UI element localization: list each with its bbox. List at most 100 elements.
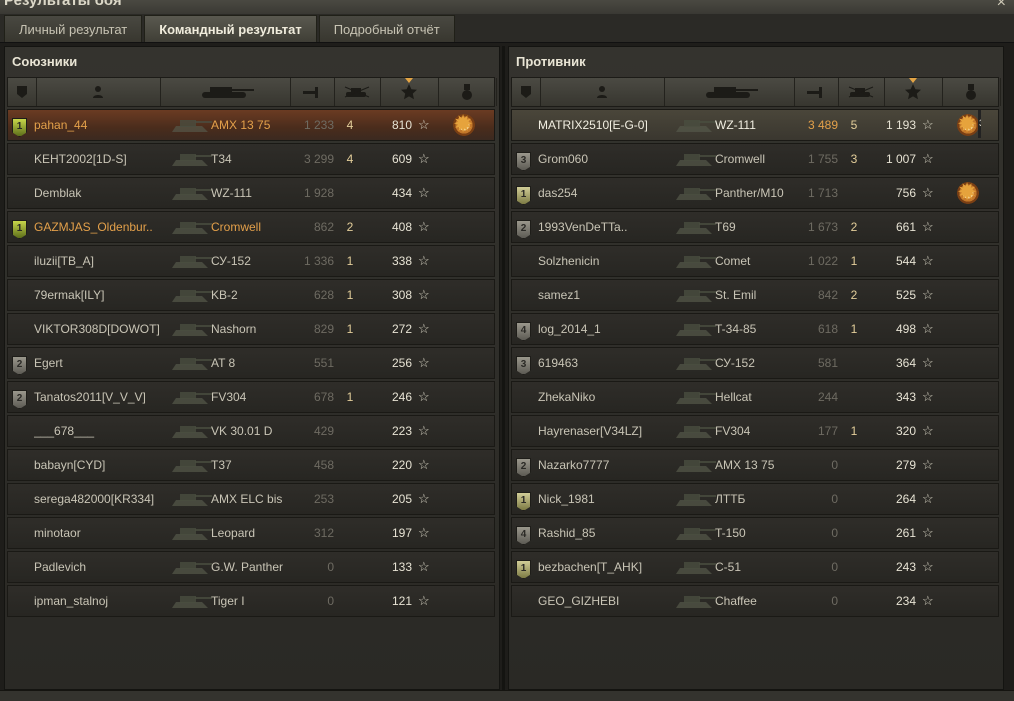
player-row[interactable]: 1 das254 Panther/M10 1 713 756 ☆ [511, 177, 999, 209]
player-name: Padlevich [34, 560, 87, 574]
star-icon: ☆ [922, 151, 934, 166]
tank-column-header[interactable] [160, 78, 291, 106]
star-icon: ☆ [922, 287, 934, 302]
kills-column-icon [847, 85, 875, 99]
badge-cell: 2 [516, 212, 534, 242]
achievement-medal-icon[interactable]: 3 [957, 110, 981, 140]
player-row[interactable]: samez1 St. Emil 842 2 525 ☆ [511, 279, 999, 311]
damage-value: 551 [313, 356, 334, 370]
close-icon[interactable]: × [997, 0, 1006, 12]
damage-value: 862 [313, 220, 334, 234]
player-row[interactable]: serega482000[KR334] AMX ELC bis 253 205 ☆ [7, 483, 495, 515]
player-name: MATRIX2510[E-G-0] [538, 118, 648, 132]
kills-column-header[interactable] [838, 78, 885, 106]
player-row[interactable]: 4 Rashid_85 T-150 0 261 ☆ [511, 517, 999, 549]
kills-value: 2 [850, 220, 858, 234]
player-row[interactable]: 2 1993VenDeTTa.. T69 1 673 2 661 ☆ [511, 211, 999, 243]
player-row[interactable]: 1 GAZMJAS_Oldenbur.. Cromwell 862 2 408 ☆ [7, 211, 495, 243]
player-row[interactable]: Solzhenicin Comet 1 022 1 544 ☆ [511, 245, 999, 277]
tank-icon [672, 314, 716, 344]
player-row[interactable]: 2 Nazarko7777 AMX 13 75 0 279 ☆ [511, 449, 999, 481]
badge-column-header[interactable] [512, 78, 541, 106]
badge-cell [516, 586, 534, 616]
player-row[interactable]: minotaor Leopard 312 197 ☆ [7, 517, 495, 549]
medal-column-header[interactable] [942, 78, 1001, 106]
class-badge-icon: 3 [516, 152, 531, 171]
tab-detailed-report[interactable]: Подробный отчёт [318, 15, 455, 42]
player-row[interactable]: VIKTOR308D[DOWOT] Nashorn 829 1 272 ☆ [7, 313, 495, 345]
allies-header [7, 77, 497, 107]
player-column-header[interactable] [36, 78, 161, 106]
player-row[interactable]: ___678___ VK 30.01 D 429 223 ☆ [7, 415, 495, 447]
score-value: 525 [895, 288, 916, 302]
tank-icon [168, 450, 212, 480]
tank-icon [168, 178, 212, 208]
player-row[interactable]: KEHT2002[1D-S] T34 3 299 4 609 ☆ [7, 143, 495, 175]
player-row[interactable]: 1 pahan_44 AMX 13 75 1 233 4 810 ☆ [7, 109, 495, 141]
medal-cell [453, 314, 477, 344]
score-value: 234 [895, 594, 916, 608]
player-row[interactable]: 4 log_2014_1 T-34-85 618 1 498 ☆ [511, 313, 999, 345]
medal-cell [957, 552, 981, 582]
player-row[interactable]: 3 619463 СУ-152 581 364 ☆ [511, 347, 999, 379]
damage-value: 177 [817, 424, 838, 438]
damage-value: 1 233 [303, 118, 334, 132]
tank-column-header[interactable] [664, 78, 795, 106]
player-column-header[interactable] [540, 78, 665, 106]
player-row[interactable]: GEO_GIZHEBI Chaffee 0 234 ☆ [511, 585, 999, 617]
player-row[interactable]: 1 bezbachen[T_AHK] С-51 0 243 ☆ [511, 551, 999, 583]
tank-icon [672, 518, 716, 548]
badge-cell: 4 [516, 314, 534, 344]
badge-cell [12, 416, 30, 446]
star-icon: ☆ [418, 117, 430, 132]
kills-value [340, 518, 360, 548]
player-row[interactable]: 2 Tanatos2011[V_V_V] FV304 678 1 246 ☆ [7, 381, 495, 413]
medal-cell [453, 110, 477, 140]
player-row[interactable]: Padlevich G.W. Panther 0 133 ☆ [7, 551, 495, 583]
kills-value [340, 348, 360, 378]
player-row[interactable]: iluzii[TB_A] СУ-152 1 336 1 338 ☆ [7, 245, 495, 277]
score-column-header[interactable] [884, 78, 943, 106]
player-row[interactable]: ZhekaNiko Hellcat 244 343 ☆ [511, 381, 999, 413]
player-row[interactable]: 2 Egert AT 8 551 256 ☆ [7, 347, 495, 379]
medal-cell [957, 484, 981, 514]
badge-cell [516, 416, 534, 446]
kills-value: 1 [346, 322, 354, 336]
kills-column-header[interactable] [334, 78, 381, 106]
kills-value [844, 552, 864, 582]
player-row[interactable]: Hayrenaser[V34LZ] FV304 177 1 320 ☆ [511, 415, 999, 447]
medal-column-header[interactable] [438, 78, 497, 106]
achievement-medal-icon[interactable] [957, 178, 979, 208]
star-icon: ☆ [418, 389, 430, 404]
player-row[interactable]: babayn[CYD] T37 458 220 ☆ [7, 449, 495, 481]
player-name: samez1 [538, 288, 581, 302]
player-row[interactable]: ipman_stalnoj Tiger I 0 121 ☆ [7, 585, 495, 617]
player-row[interactable]: Demblak WZ-111 1 928 434 ☆ [7, 177, 495, 209]
player-name: Egert [34, 356, 63, 370]
kills-value: 1 [346, 390, 354, 404]
allies-list: 1pahan_44AMX 13 751 2334810☆KEHT2002[1D-… [7, 109, 495, 619]
tab-personal-result[interactable]: Личный результат [4, 15, 143, 42]
player-row[interactable]: 79ermak[ILY] KB-2 628 1 308 ☆ [7, 279, 495, 311]
medal-cell [957, 280, 981, 310]
damage-column-header[interactable] [290, 78, 335, 106]
damage-value: 429 [313, 424, 334, 438]
player-row[interactable]: 3 Grom060 Cromwell 1 755 3 1 007 ☆ [511, 143, 999, 175]
badge-column-icon [519, 85, 533, 99]
medal-column-icon [964, 83, 978, 101]
medal-cell [957, 144, 981, 174]
medal-sun-icon [957, 110, 979, 140]
score-value: 121 [391, 594, 412, 608]
player-row[interactable]: MATRIX2510[E-G-0]WZ-1113 48951 193☆3 [511, 109, 999, 141]
damage-value: 312 [313, 526, 334, 540]
tab-team-result[interactable]: Командный результат [144, 15, 317, 42]
medal-cell [957, 246, 981, 276]
score-value: 1 007 [885, 152, 916, 166]
tank-icon [672, 416, 716, 446]
damage-column-header[interactable] [794, 78, 839, 106]
achievement-medal-icon[interactable] [453, 110, 475, 140]
badge-column-header[interactable] [8, 78, 37, 106]
player-row[interactable]: 1 Nick_1981 ЛТТБ 0 264 ☆ [511, 483, 999, 515]
score-column-header[interactable] [380, 78, 439, 106]
star-icon: ☆ [922, 525, 934, 540]
